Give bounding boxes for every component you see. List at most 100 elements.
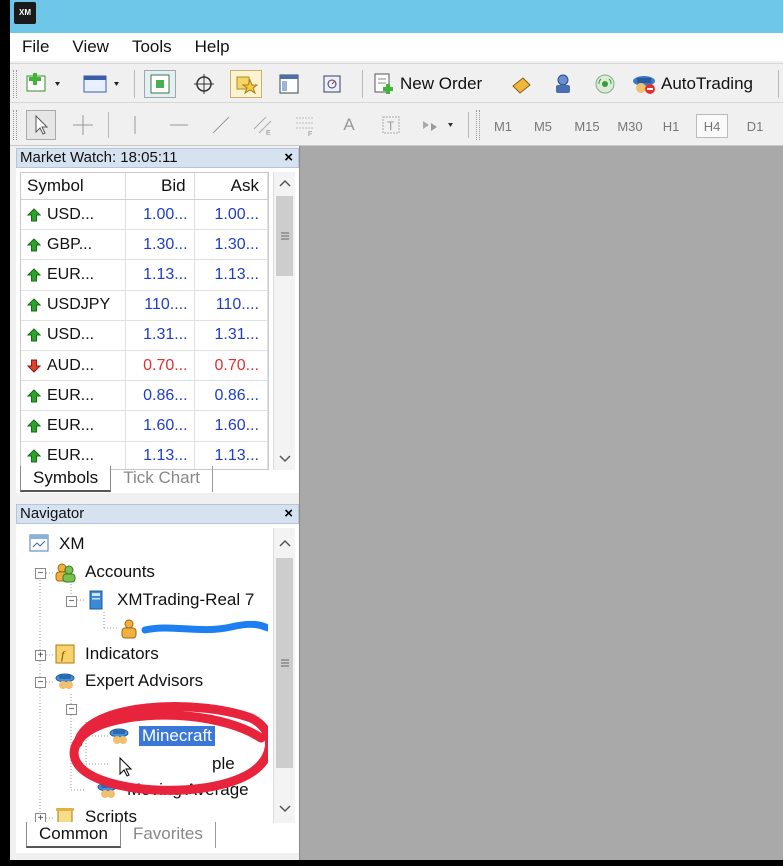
timeframe-d1[interactable]: D1	[740, 114, 770, 138]
scroll-thumb[interactable]	[276, 558, 293, 768]
toolbar-grip[interactable]	[13, 110, 17, 140]
market-watch-scrollbar[interactable]	[273, 172, 295, 470]
navigator-toggle[interactable]	[230, 70, 262, 98]
scroll-down-button[interactable]	[274, 448, 295, 470]
server-account-icon	[86, 589, 108, 611]
menu-tools[interactable]: Tools	[120, 37, 183, 57]
scroll-up-button[interactable]	[274, 532, 295, 554]
svg-text:F: F	[308, 131, 312, 137]
column-ask[interactable]: Ask	[195, 173, 268, 199]
terminal-toggle[interactable]	[273, 70, 305, 98]
toolbar-grip[interactable]	[476, 110, 480, 140]
profiles-button[interactable]	[80, 72, 124, 96]
market-watch-close-button[interactable]: ×	[284, 149, 293, 167]
column-bid[interactable]: Bid	[126, 173, 195, 199]
market-watch-row[interactable]: USD... 1.00... 1.00...	[21, 200, 268, 231]
market-watch-header[interactable]: Market Watch: 18:05:11 ×	[16, 148, 299, 168]
indicators-function-icon: f	[54, 643, 76, 665]
tab-common[interactable]: Common	[26, 822, 121, 848]
navigator-title: Navigator	[20, 505, 85, 522]
market-watch-toggle[interactable]	[144, 70, 176, 98]
timeframe-m30[interactable]: M30	[612, 114, 648, 138]
timeframe-m15[interactable]: M15	[570, 114, 604, 138]
expert-advisors-collapse-icon[interactable]: −	[35, 677, 46, 688]
tree-label-account-server: XMTrading-Real 7	[117, 590, 255, 609]
timeframe-m1[interactable]: M1	[488, 114, 518, 138]
arrows-tool[interactable]	[418, 110, 462, 140]
horizontal-line-tool[interactable]	[164, 110, 194, 140]
strategy-tester-icon	[323, 75, 341, 93]
market-watch-row[interactable]: AUD... 0.70... 0.70...	[21, 350, 268, 382]
text-label-tool[interactable]: T	[376, 110, 406, 140]
navigator-close-button[interactable]: ×	[284, 505, 293, 523]
text-tool[interactable]: A	[334, 110, 364, 140]
crosshair-tool[interactable]	[68, 110, 98, 140]
accounts-users-icon	[54, 561, 76, 583]
new-order-button[interactable]: New Order	[372, 70, 502, 98]
new-order-icon	[374, 73, 393, 94]
navigator-scrollbar[interactable]	[273, 528, 295, 823]
tab-tick-chart[interactable]: Tick Chart	[111, 466, 214, 492]
chevron-up-icon	[278, 539, 291, 547]
scroll-down-button[interactable]	[274, 798, 295, 820]
price-up-arrow-icon	[27, 238, 41, 252]
scroll-up-button[interactable]	[274, 172, 295, 194]
equidistant-channel-tool[interactable]: E	[248, 110, 278, 140]
ask-cell: 1.00...	[195, 200, 268, 230]
toolbar-grip[interactable]	[13, 70, 17, 98]
market-watch-row[interactable]: EUR... 1.60... 1.60...	[21, 411, 268, 442]
bid-cell: 1.60...	[126, 411, 195, 441]
title-bar[interactable]: XM	[10, 0, 783, 33]
vertical-line-icon	[134, 116, 136, 134]
menu-help[interactable]: Help	[183, 37, 241, 57]
community-button[interactable]	[548, 70, 578, 98]
new-chart-icon	[26, 73, 60, 92]
tab-favorites[interactable]: Favorites	[121, 822, 216, 848]
account-collapse-icon[interactable]: −	[66, 596, 77, 607]
xm-logo-icon: XM	[14, 2, 36, 24]
tree-node-xm[interactable]: XM	[28, 532, 85, 556]
trendline-tool[interactable]	[206, 110, 236, 140]
svg-text:E: E	[266, 130, 271, 137]
tree-node-indicators[interactable]: f Indicators	[54, 642, 159, 666]
fibonacci-tool[interactable]: F	[290, 110, 320, 140]
tree-node-account-login[interactable]	[118, 616, 268, 640]
symbol-cell: USD...	[21, 320, 127, 350]
autotrading-button[interactable]: AutoTrading	[630, 70, 770, 98]
menu-file[interactable]: File	[10, 37, 60, 57]
data-window-button[interactable]	[188, 70, 220, 98]
tab-symbols[interactable]: Symbols	[20, 466, 112, 492]
tree-node-account-server[interactable]: XMTrading-Real 7	[86, 588, 254, 612]
scroll-thumb[interactable]	[276, 196, 293, 276]
timeframe-h1[interactable]: H1	[656, 114, 686, 138]
timeframe-h4[interactable]: H4	[696, 114, 728, 138]
tree-node-expert-advisors[interactable]: Expert Advisors	[54, 669, 203, 693]
price-up-arrow-icon	[27, 449, 41, 463]
indicators-expand-icon[interactable]: +	[35, 650, 46, 661]
metaeditor-button[interactable]	[506, 70, 536, 98]
strategy-tester-toggle[interactable]	[316, 70, 348, 98]
accounts-collapse-icon[interactable]: −	[35, 568, 46, 579]
menu-view[interactable]: View	[60, 37, 120, 57]
market-watch-row[interactable]: USD... 1.31... 1.31...	[21, 320, 268, 351]
market-watch-row[interactable]: GBP... 1.30... 1.30...	[21, 230, 268, 261]
cursor-tool[interactable]	[26, 110, 56, 140]
signals-button[interactable]	[590, 70, 620, 98]
chart-workspace[interactable]	[299, 146, 783, 860]
market-watch-row[interactable]: EUR... 1.13... 1.13...	[21, 260, 268, 291]
timeframe-m5[interactable]: M5	[528, 114, 558, 138]
signals-antenna-icon	[595, 74, 615, 94]
vertical-line-tool[interactable]	[120, 110, 150, 140]
column-symbol[interactable]: Symbol	[21, 173, 127, 199]
symbol-name: EUR...	[47, 386, 95, 404]
terminal-window-icon	[279, 74, 299, 94]
market-watch-row[interactable]: EUR... 0.86... 0.86...	[21, 381, 268, 412]
navigator-header[interactable]: Navigator ×	[16, 504, 299, 524]
market-watch-row[interactable]: USDJPY 110.... 110....	[21, 290, 268, 321]
symbol-name: AUD...	[47, 356, 95, 374]
symbol-name: USDJPY	[47, 296, 111, 314]
tree-node-accounts[interactable]: Accounts	[54, 560, 155, 584]
symbol-name: EUR...	[47, 265, 95, 283]
new-chart-button[interactable]	[25, 72, 65, 96]
ask-cell: 1.60...	[195, 411, 268, 441]
